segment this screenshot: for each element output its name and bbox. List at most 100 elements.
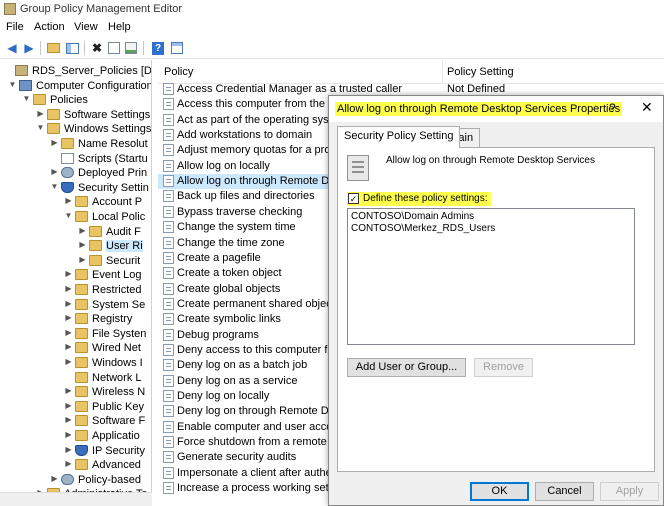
tree-item[interactable]: ▶ Wired Net [0, 341, 151, 356]
apply-button[interactable]: Apply [600, 482, 659, 501]
tree-item[interactable]: ▶ Event Log [0, 268, 151, 283]
tree-expand-icon[interactable]: ▶ [64, 196, 73, 205]
tree-expand-icon[interactable]: ▶ [50, 167, 59, 176]
menu-file[interactable]: File [6, 21, 24, 33]
tree-item[interactable]: ▶ Registry [0, 312, 151, 327]
cancel-button[interactable]: Cancel [535, 482, 594, 501]
policy-name: Deny access to this computer from [177, 343, 347, 356]
tree-expand-icon[interactable]: ▶ [50, 138, 59, 147]
tree-item[interactable]: Network L [0, 371, 151, 386]
tree-item[interactable]: Scripts (Startu [0, 152, 151, 167]
tree-item[interactable]: ▼ Windows Settings [0, 122, 151, 137]
tree-expand-icon[interactable]: ▶ [64, 357, 73, 366]
tree-item[interactable]: ▼ Computer Configuration [0, 79, 151, 94]
tree-item[interactable]: ▶ Account P [0, 195, 151, 210]
dialog-titlebar: Allow log on through Remote Desktop Serv… [329, 96, 663, 122]
ok-button[interactable]: OK [470, 482, 529, 501]
tree-expand-icon[interactable]: ▶ [64, 269, 73, 278]
tree-item[interactable]: ▶ IP Security [0, 444, 151, 459]
up-folder-icon[interactable] [45, 40, 61, 56]
tree-item-label: Wired Net [92, 342, 141, 355]
tree-expand-icon[interactable]: ▶ [64, 284, 73, 293]
forward-arrow-icon[interactable]: ▶ [21, 40, 37, 56]
column-header-policy[interactable]: Policy [164, 66, 193, 78]
tree-expand-icon[interactable]: ▶ [78, 255, 87, 264]
tree-expand-icon[interactable]: ▶ [64, 430, 73, 439]
tree-item[interactable]: ▶ Applicatio [0, 429, 151, 444]
tree-item[interactable]: ▶ System Se [0, 298, 151, 313]
tree-item[interactable]: ▶ Securit [0, 254, 151, 269]
tree-item[interactable]: ▶ Deployed Prin [0, 166, 151, 181]
tree-expand-icon[interactable]: ▶ [50, 474, 59, 483]
tree-item[interactable]: ▼ Security Settin [0, 181, 151, 196]
tree-expand-icon[interactable]: ▶ [78, 226, 87, 235]
help-icon[interactable]: ? [150, 40, 166, 56]
tree-item-label: Name Resolut [78, 138, 148, 150]
menu-help[interactable]: Help [108, 21, 131, 33]
tree-collapse-icon[interactable]: ▼ [64, 211, 73, 220]
folder-icon [61, 138, 74, 149]
back-arrow-icon[interactable]: ◀ [4, 40, 20, 56]
tree-item[interactable]: ▶ Software F [0, 414, 151, 429]
dialog-close-button[interactable]: ✕ [641, 99, 653, 116]
tree-expand-icon[interactable]: ▶ [64, 386, 73, 395]
column-header-policy-setting[interactable]: Policy Setting [447, 66, 514, 78]
show-tree-icon[interactable] [64, 40, 80, 56]
tree-item[interactable]: ▶ Advanced [0, 458, 151, 473]
tree-item-label: Advanced [92, 459, 141, 472]
remove-button[interactable]: Remove [474, 358, 533, 377]
menu-action[interactable]: Action [34, 21, 65, 33]
add-user-or-group-button[interactable]: Add User or Group... [347, 358, 466, 377]
tree-item[interactable]: ▼ Local Polic [0, 210, 151, 225]
tree-item[interactable]: ▼ Policies [0, 93, 151, 108]
export-icon[interactable] [123, 40, 139, 56]
tree-collapse-icon[interactable]: ▼ [50, 182, 59, 191]
delete-icon[interactable]: ✖ [89, 40, 105, 56]
console-icon[interactable] [169, 40, 185, 56]
column-divider[interactable] [442, 60, 443, 84]
tree-expand-icon[interactable]: ▶ [64, 401, 73, 410]
tree-expand-icon[interactable]: ▶ [36, 109, 45, 118]
policy-item-icon [163, 267, 174, 280]
console-tree[interactable]: RDS_Server_Policies [DC.COI ▼ Computer Con… [0, 60, 152, 506]
toolbar-separator [40, 41, 41, 55]
tree-expand-icon[interactable]: ▶ [64, 459, 73, 468]
tree-expand-icon[interactable]: ▶ [64, 445, 73, 454]
members-listbox[interactable]: CONTOSO\Domain Admins CONTOSO\Merkez_RDS… [347, 208, 635, 345]
menu-view[interactable]: View [74, 21, 98, 33]
tree-item-label: File Systen [92, 327, 147, 340]
define-settings-checkbox[interactable]: ✓ [348, 193, 359, 204]
tree-item[interactable]: ▶ User Ri [0, 239, 151, 254]
tree-collapse-icon[interactable]: ▼ [8, 80, 17, 89]
policy-name: Access this computer from the netw [177, 98, 352, 111]
toolbar: ◀ ▶ ✖ ? [0, 37, 664, 59]
tree-expand-icon[interactable]: ▶ [78, 240, 87, 249]
define-settings-row[interactable]: ✓ Define these policy settings: [347, 192, 491, 206]
tree-expand-icon[interactable]: ▶ [64, 415, 73, 424]
tree-expand-icon[interactable]: ▶ [64, 342, 73, 351]
tree-item[interactable]: ▶ Audit F [0, 225, 151, 240]
tree-item[interactable]: ▶ Policy-based [0, 473, 151, 488]
tree-expand-icon[interactable]: ▶ [64, 299, 73, 308]
member-item[interactable]: CONTOSO\Merkez_RDS_Users [351, 223, 495, 234]
dialog-help-button[interactable]: ? [609, 101, 616, 115]
tab-security-policy-setting[interactable]: Security Policy Setting [337, 126, 461, 148]
policy-item-icon [163, 175, 174, 188]
tree-item[interactable]: ▶ Name Resolut [0, 137, 151, 152]
tree-expand-icon[interactable]: ▶ [64, 313, 73, 322]
member-item[interactable]: CONTOSO\Domain Admins [351, 211, 474, 222]
properties-icon[interactable] [106, 40, 122, 56]
policy-item-icon [163, 482, 174, 495]
tree-item[interactable]: RDS_Server_Policies [DC.COI [0, 64, 151, 79]
tree-item[interactable]: ▶ File Systen [0, 327, 151, 342]
policy-name: Create a token object [177, 267, 282, 280]
tree-item[interactable]: ▶ Windows I [0, 356, 151, 371]
tree-item[interactable]: ▶ Software Settings [0, 108, 151, 123]
tree-collapse-icon[interactable]: ▼ [36, 123, 45, 132]
tree-item[interactable]: ▶ Restricted [0, 283, 151, 298]
tree-item[interactable]: ▶ Public Key [0, 400, 151, 415]
tree-collapse-icon[interactable]: ▼ [22, 94, 31, 103]
tree-horizontal-scrollbar[interactable] [0, 492, 152, 506]
tree-item[interactable]: ▶ Wireless N [0, 385, 151, 400]
tree-expand-icon[interactable]: ▶ [64, 328, 73, 337]
